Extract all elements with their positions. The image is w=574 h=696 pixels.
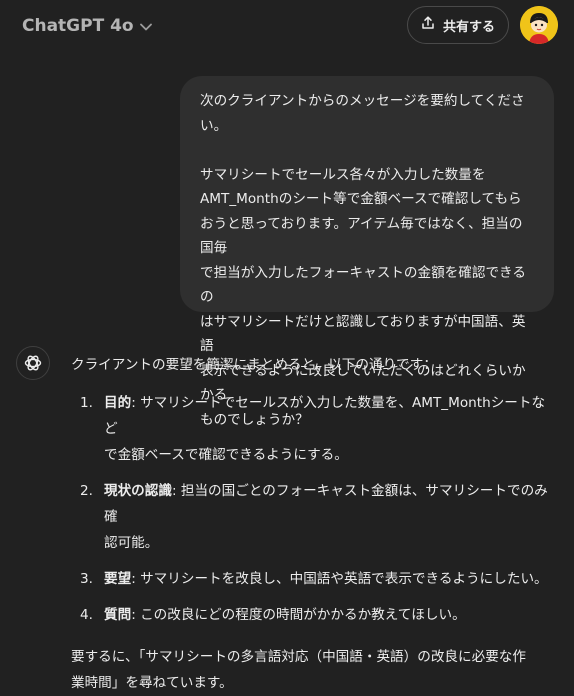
list-item: 4. 質問: この改良にどの程度の時間がかかるか教えてほしい。: [71, 602, 557, 628]
user-message-line: で担当が入力したフォーキャストの金額を確認できるの: [200, 264, 526, 306]
item-text: サマリシートを改良し、中国語や英語で表示できるようにしたい。: [140, 571, 548, 587]
list-number: 4.: [80, 607, 93, 623]
item-separator: :: [131, 607, 141, 623]
item-text: で金額ベースで確認できるようにする。: [104, 447, 348, 463]
list-number: 3.: [80, 571, 93, 587]
assistant-intro: クライアントの要望を簡潔にまとめると、以下の通りです：: [71, 357, 437, 373]
model-selector-button[interactable]: ChatGPT 4o: [14, 10, 160, 42]
item-text: 認可能。: [104, 535, 159, 551]
item-title: 現状の認識: [104, 483, 172, 499]
openai-logo-icon: [16, 346, 50, 380]
avatar[interactable]: [520, 6, 558, 44]
item-separator: :: [171, 483, 181, 499]
list-number: 2.: [80, 483, 93, 499]
item-text: この改良にどの程度の時間がかかるか教えてほしい。: [140, 607, 466, 623]
user-message-line: AMT_Monthのシート等で金額ベースで確認してもら: [200, 191, 522, 207]
model-name: ChatGPT 4o: [22, 16, 134, 36]
summary-line: 要するに、「サマリシートの多言語対応（中国語・英語）の改良に必要な作: [71, 649, 526, 665]
summary-line: 業時間」を尋ねています。: [71, 675, 233, 691]
list-item: 1. 目的: サマリシートでセールスが入力した数量を、AMT_Monthシートな…: [71, 390, 557, 468]
user-message-line: 次のクライアントからのメッセージを要約してください。: [200, 93, 525, 134]
share-icon: [421, 16, 435, 34]
item-separator: :: [131, 571, 141, 587]
user-message-line: おうと思っております。アイテム毎ではなく、担当の国毎: [200, 215, 523, 257]
item-title: 目的: [104, 395, 132, 411]
share-button[interactable]: 共有する: [407, 6, 509, 44]
summary-list: 1. 目的: サマリシートでセールスが入力した数量を、AMT_Monthシートな…: [71, 390, 557, 628]
user-message-bubble: 次のクライアントからのメッセージを要約してください。 サマリシートでセールス各々…: [180, 76, 554, 428]
list-item: 3. 要望: サマリシートを改良し、中国語や英語で表示できるようにしたい。: [71, 566, 557, 592]
assistant-message: クライアントの要望を簡潔にまとめると、以下の通りです： 1. 目的: サマリシー…: [71, 352, 557, 696]
user-message-line: サマリシートでセールス各々が入力した数量を: [200, 166, 486, 183]
item-text: サマリシートでセールスが入力した数量を、AMT_Monthシートなど: [104, 395, 546, 437]
item-separator: :: [131, 395, 141, 411]
item-title: 要望: [104, 571, 132, 587]
assistant-summary: 要するに、「サマリシートの多言語対応（中国語・英語）の改良に必要な作 業時間」を…: [71, 644, 557, 696]
top-bar: ChatGPT 4o 共有する: [0, 0, 574, 52]
item-title: 質問: [104, 607, 132, 623]
list-number: 1.: [80, 395, 93, 411]
chevron-down-icon: [139, 20, 152, 34]
list-item: 2. 現状の認識: 担当の国ごとのフォーキャスト金額は、サマリシートでのみ確 認…: [71, 478, 557, 556]
share-label: 共有する: [442, 19, 495, 35]
